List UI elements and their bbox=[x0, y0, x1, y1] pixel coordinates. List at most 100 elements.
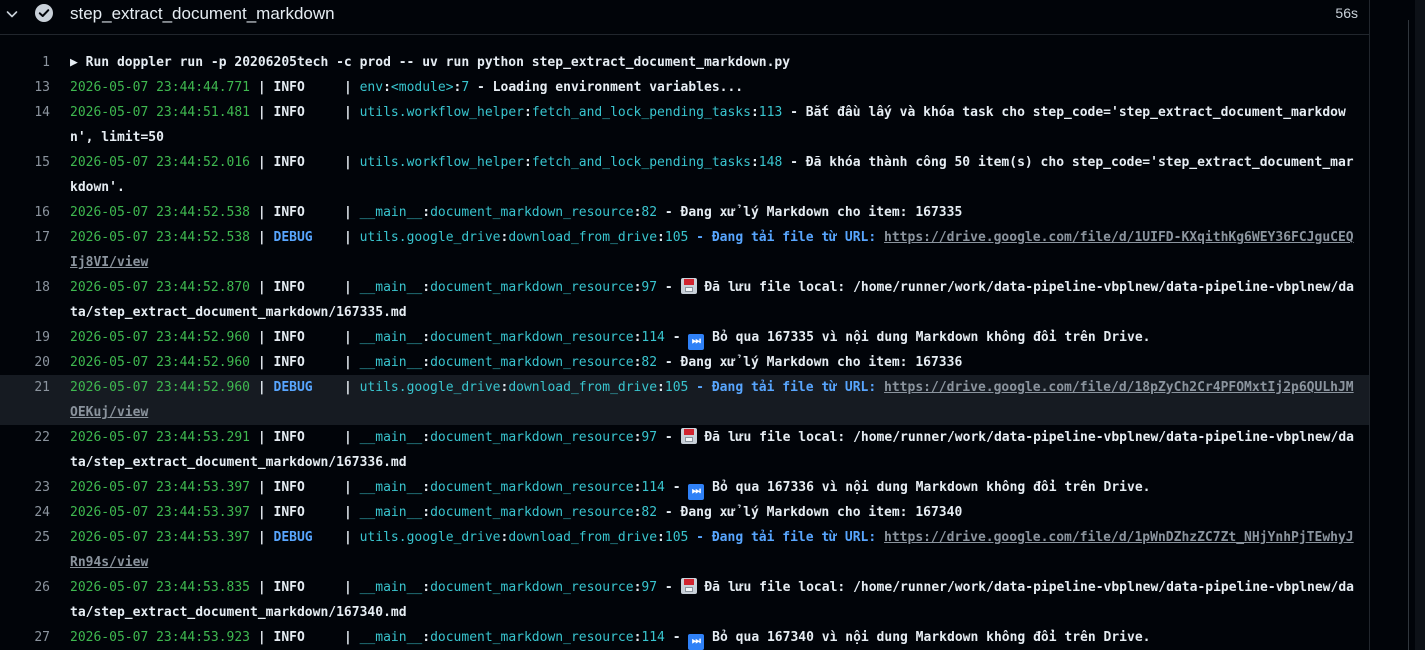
separator: | bbox=[304, 505, 360, 520]
line-number[interactable]: 20 bbox=[0, 350, 50, 375]
timestamp: 2026-05-07 23:44:53.835 bbox=[70, 580, 251, 595]
colon: : bbox=[422, 580, 431, 595]
timestamp: 2026-05-07 23:44:52.538 bbox=[70, 205, 251, 220]
timestamp: 2026-05-07 23:44:52.960 bbox=[70, 380, 251, 395]
message-prefix: - bbox=[664, 330, 689, 345]
step-header[interactable]: step_extract_document_markdown 56s bbox=[0, 0, 1369, 35]
source-line: 82 bbox=[641, 355, 658, 370]
line-number[interactable]: 27 bbox=[0, 625, 50, 650]
colon: : bbox=[422, 430, 431, 445]
message: - Đang xử lý Markdown cho item: 167336 bbox=[657, 355, 963, 370]
function-name: <module> bbox=[390, 80, 454, 95]
log-line[interactable]: 1 ▶ Run doppler run -p 20206205tech -c p… bbox=[0, 50, 1369, 75]
colon: : bbox=[422, 205, 431, 220]
module-name: __main__ bbox=[359, 580, 423, 595]
timestamp: 2026-05-07 23:44:44.771 bbox=[70, 80, 251, 95]
separator: | bbox=[250, 280, 274, 295]
log-line[interactable]: 18 2026-05-07 23:44:52.870 | INFO | __ma… bbox=[0, 275, 1369, 325]
timestamp: 2026-05-07 23:44:53.397 bbox=[70, 505, 251, 520]
log-line[interactable]: 19 2026-05-07 23:44:52.960 | INFO | __ma… bbox=[0, 325, 1369, 350]
line-number[interactable]: 14 bbox=[0, 100, 50, 125]
source-line: 97 bbox=[641, 280, 658, 295]
line-number[interactable]: 25 bbox=[0, 525, 50, 550]
log-line[interactable]: 22 2026-05-07 23:44:53.291 | INFO | __ma… bbox=[0, 425, 1369, 475]
line-number[interactable]: 15 bbox=[0, 150, 50, 175]
fast-forward-icon: ⏭ bbox=[688, 484, 705, 500]
log-level: DEBUG bbox=[273, 230, 313, 245]
separator: | bbox=[312, 380, 360, 395]
scrollbar-thumb[interactable] bbox=[1415, 0, 1425, 650]
log-level: INFO bbox=[273, 330, 305, 345]
run-command: Run doppler run -p 20206205tech -c prod … bbox=[77, 55, 791, 70]
message: - Loading environment variables... bbox=[469, 80, 744, 95]
log-line[interactable]: 23 2026-05-07 23:44:53.397 | INFO | __ma… bbox=[0, 475, 1369, 500]
log-text: 2026-05-07 23:44:53.923 | INFO | __main_… bbox=[70, 625, 1360, 650]
log-line[interactable]: 17 2026-05-07 23:44:52.538 | DEBUG | uti… bbox=[0, 225, 1369, 275]
log-line[interactable]: 14 2026-05-07 23:44:51.481 | INFO | util… bbox=[0, 100, 1369, 150]
line-number[interactable]: 13 bbox=[0, 75, 50, 100]
timestamp: 2026-05-07 23:44:52.960 bbox=[70, 355, 251, 370]
message-prefix: - bbox=[657, 430, 681, 445]
separator: | bbox=[250, 205, 274, 220]
expand-triangle-icon[interactable]: ▶ bbox=[70, 50, 78, 75]
function-name: document_markdown_resource bbox=[430, 330, 634, 345]
module-name: utils.google_drive bbox=[359, 230, 501, 245]
colon: : bbox=[750, 155, 759, 170]
colon: : bbox=[750, 105, 759, 120]
log-line[interactable]: 24 2026-05-07 23:44:53.397 | INFO | __ma… bbox=[0, 500, 1369, 525]
log-text: 2026-05-07 23:44:53.835 | INFO | __main_… bbox=[70, 575, 1360, 625]
module-name: __main__ bbox=[359, 355, 423, 370]
module-name: __main__ bbox=[359, 630, 423, 645]
separator: | bbox=[250, 580, 274, 595]
line-number[interactable]: 16 bbox=[0, 200, 50, 225]
log-text: 2026-05-07 23:44:53.397 | INFO | __main_… bbox=[70, 500, 1360, 525]
log-line-highlighted[interactable]: 21 2026-05-07 23:44:52.960 | DEBUG | uti… bbox=[0, 375, 1369, 425]
function-name: download_from_drive bbox=[508, 380, 658, 395]
log-line[interactable]: 26 2026-05-07 23:44:53.835 | INFO | __ma… bbox=[0, 575, 1369, 625]
line-number[interactable]: 19 bbox=[0, 325, 50, 350]
separator: | bbox=[304, 480, 360, 495]
function-name: document_markdown_resource bbox=[430, 630, 634, 645]
timestamp: 2026-05-07 23:44:52.016 bbox=[70, 155, 251, 170]
log-line[interactable]: 13 2026-05-07 23:44:44.771 | INFO | env:… bbox=[0, 75, 1369, 100]
separator: | bbox=[304, 105, 360, 120]
source-line: 148 bbox=[758, 155, 783, 170]
step-title: step_extract_document_markdown bbox=[70, 4, 335, 23]
chevron-down-icon[interactable] bbox=[4, 6, 20, 22]
log-line[interactable]: 15 2026-05-07 23:44:52.016 | INFO | util… bbox=[0, 150, 1369, 200]
module-name: utils.google_drive bbox=[359, 380, 501, 395]
module-name: env bbox=[359, 80, 384, 95]
line-number[interactable]: 1 bbox=[0, 50, 50, 75]
separator: | bbox=[250, 80, 274, 95]
log-line[interactable]: 27 2026-05-07 23:44:53.923 | INFO | __ma… bbox=[0, 625, 1369, 650]
fast-forward-icon: ⏭ bbox=[688, 334, 705, 350]
line-number[interactable]: 21 bbox=[0, 375, 50, 400]
log-text: 2026-05-07 23:44:52.960 | DEBUG | utils.… bbox=[70, 375, 1360, 425]
function-name: document_markdown_resource bbox=[430, 430, 634, 445]
separator: | bbox=[304, 155, 360, 170]
message-prefix: - bbox=[664, 480, 689, 495]
log-line[interactable]: 25 2026-05-07 23:44:53.397 | DEBUG | uti… bbox=[0, 525, 1369, 575]
timestamp: 2026-05-07 23:44:53.397 bbox=[70, 530, 251, 545]
line-number[interactable]: 17 bbox=[0, 225, 50, 250]
line-number[interactable]: 22 bbox=[0, 425, 50, 450]
log-line[interactable]: 16 2026-05-07 23:44:52.538 | INFO | __ma… bbox=[0, 200, 1369, 225]
log-level: INFO bbox=[273, 80, 305, 95]
floppy-disk-icon bbox=[680, 578, 697, 594]
log-level: DEBUG bbox=[273, 380, 313, 395]
separator: | bbox=[250, 430, 274, 445]
line-number[interactable]: 26 bbox=[0, 575, 50, 600]
module-name: __main__ bbox=[359, 280, 423, 295]
line-number[interactable]: 23 bbox=[0, 475, 50, 500]
colon: : bbox=[422, 355, 431, 370]
separator: | bbox=[304, 430, 360, 445]
log-text: 2026-05-07 23:44:52.538 | DEBUG | utils.… bbox=[70, 225, 1360, 275]
colon: : bbox=[422, 280, 431, 295]
log-line[interactable]: 20 2026-05-07 23:44:52.960 | INFO | __ma… bbox=[0, 350, 1369, 375]
separator: | bbox=[250, 380, 274, 395]
log-text: 2026-05-07 23:44:52.538 | INFO | __main_… bbox=[70, 200, 1360, 225]
line-number[interactable]: 24 bbox=[0, 500, 50, 525]
module-name: utils.google_drive bbox=[359, 530, 501, 545]
log-text: ▶ Run doppler run -p 20206205tech -c pro… bbox=[70, 50, 1360, 75]
line-number[interactable]: 18 bbox=[0, 275, 50, 300]
